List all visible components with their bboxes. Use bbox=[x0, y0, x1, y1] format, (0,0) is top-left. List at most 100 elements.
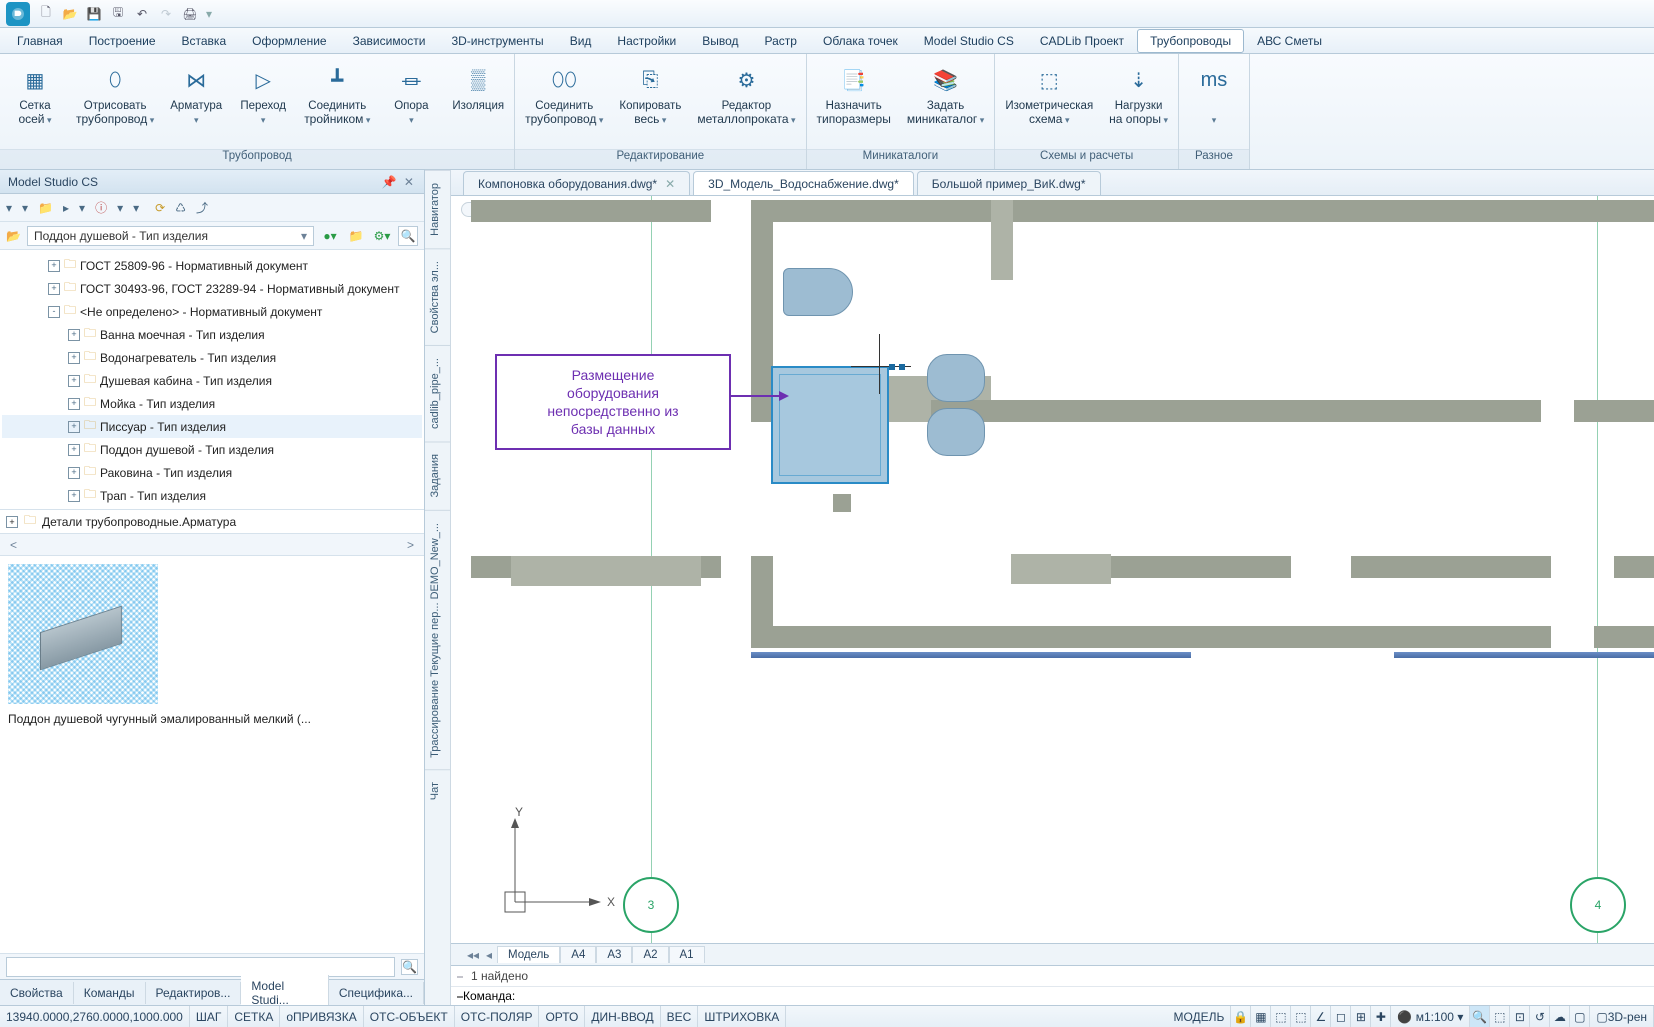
document-tab[interactable]: Компоновка оборудования.dwg*✕ bbox=[463, 171, 690, 195]
status-mode-toggle[interactable]: ШТРИХОВКА bbox=[698, 1006, 786, 1027]
ribbon-button[interactable]: ┻Соединитьтройником bbox=[296, 58, 378, 131]
print-icon[interactable]: 🖨 bbox=[180, 4, 200, 24]
fixture-drain[interactable] bbox=[833, 494, 851, 512]
undo-icon[interactable]: ↶ bbox=[132, 4, 152, 24]
side-panel-search-input[interactable] bbox=[6, 957, 395, 977]
fixture-shower-tray[interactable] bbox=[771, 366, 889, 484]
side-panel-tab[interactable]: Команды bbox=[74, 982, 146, 1004]
ribbon-button[interactable]: ▦Сеткаосей bbox=[2, 58, 68, 131]
ribbon-button[interactable]: ⚙Редакторметаллопроката bbox=[689, 58, 803, 131]
filter-refresh-icon[interactable]: ●▾ bbox=[320, 226, 340, 246]
status-cloud-icon[interactable]: ☁ bbox=[1550, 1006, 1570, 1027]
ribbon-tab[interactable]: CADLib Проект bbox=[1027, 29, 1137, 53]
ribbon-button[interactable]: ⎘Копироватьвесь bbox=[611, 58, 689, 131]
status-mode-toggle[interactable]: СЕТКА bbox=[228, 1006, 280, 1027]
pipe-run[interactable] bbox=[751, 652, 1191, 658]
catalog-tree[interactable]: +🗀ГОСТ 25809-96 - Нормативный документ+🗀… bbox=[0, 250, 424, 510]
side-panel-tab[interactable]: Редактиров... bbox=[146, 982, 242, 1004]
layout-nav[interactable]: ◂◂ bbox=[465, 948, 481, 962]
new-icon[interactable]: 🗋 bbox=[36, 4, 56, 24]
filter-folder-icon[interactable]: 📁 bbox=[346, 226, 366, 246]
status-mode-toggle[interactable]: оПРИВЯЗКА bbox=[280, 1006, 363, 1027]
status-icon[interactable]: ⬚ bbox=[1291, 1006, 1311, 1027]
side-panel-search-button[interactable]: 🔍 bbox=[401, 959, 418, 975]
side-panel-toolbar[interactable]: ▾▾📁▸▾ⓘ▾▾ ⟳♺⤴ bbox=[0, 194, 424, 222]
ribbon-tab[interactable]: Настройки bbox=[604, 29, 689, 53]
tree-node[interactable]: +🗀Ванна моечная - Тип изделия bbox=[2, 323, 422, 346]
open-icon[interactable]: 📂 bbox=[60, 4, 80, 24]
status-nav-icon[interactable]: ⊡ bbox=[1510, 1006, 1530, 1027]
ribbon-tab[interactable]: Вывод bbox=[689, 29, 751, 53]
ribbon-tab[interactable]: Построение bbox=[76, 29, 169, 53]
status-mode-toggle[interactable]: ШАГ bbox=[190, 1006, 229, 1027]
ribbon-button[interactable]: ⏛Опора bbox=[378, 58, 444, 131]
side-panel-filter-combo[interactable]: Поддон душевой - Тип изделия▾ bbox=[27, 226, 314, 246]
vertical-tab[interactable]: cadlib_pipe_... bbox=[425, 345, 450, 441]
document-tab[interactable]: Большой пример_ВиК.dwg* bbox=[917, 171, 1101, 195]
ribbon-tab[interactable]: Оформление bbox=[239, 29, 339, 53]
status-mode-toggle[interactable]: ДИН-ВВОД bbox=[585, 1006, 660, 1027]
layout-tab[interactable]: А1 bbox=[669, 946, 705, 963]
status-grid-icon[interactable]: ▦ bbox=[1251, 1006, 1271, 1027]
vertical-tab[interactable]: Чат bbox=[425, 769, 450, 812]
catalog-preview-thumb[interactable] bbox=[8, 564, 158, 704]
document-tab[interactable]: 3D_Модель_Водоснабжение.dwg* bbox=[693, 171, 914, 195]
status-icon[interactable]: ∠ bbox=[1311, 1006, 1331, 1027]
status-model-space[interactable]: МОДЕЛЬ bbox=[1167, 1006, 1231, 1027]
ribbon-tab[interactable]: Вид bbox=[557, 29, 605, 53]
tree-node[interactable]: +🗀Душевая кабина - Тип изделия bbox=[2, 369, 422, 392]
fixture-sink[interactable] bbox=[927, 354, 985, 402]
status-mode-toggle[interactable]: ОРТО bbox=[539, 1006, 585, 1027]
ribbon-button[interactable]: 📑Назначитьтипоразмеры bbox=[809, 58, 899, 131]
status-mode-toggle[interactable]: ОТС-ПОЛЯР bbox=[455, 1006, 540, 1027]
side-panel-tab[interactable]: Специфика... bbox=[329, 982, 424, 1004]
status-icon[interactable]: ◻ bbox=[1331, 1006, 1351, 1027]
status-mode-toggle[interactable]: ОТС-ОБЪЕКТ bbox=[364, 1006, 455, 1027]
filter-search-icon[interactable]: 🔍 bbox=[398, 226, 418, 246]
tree-node[interactable]: +🗀Водонагреватель - Тип изделия bbox=[2, 346, 422, 369]
ribbon-button[interactable]: ⬚Изометрическаясхема bbox=[997, 58, 1101, 131]
side-panel-pin-icons[interactable]: 📌 ✕ bbox=[382, 175, 416, 189]
ribbon-tab[interactable]: Зависимости bbox=[340, 29, 439, 53]
tree-node[interactable]: -🗀<Не определено> - Нормативный документ bbox=[2, 300, 422, 323]
tree-node[interactable]: +🗀Трап - Тип изделия bbox=[2, 484, 422, 507]
status-scale[interactable]: ⚫ м1:100 ▾ bbox=[1391, 1006, 1470, 1027]
tree-node[interactable]: +🗀Поддон душевой - Тип изделия bbox=[2, 438, 422, 461]
status-nav-icon[interactable]: ⬚ bbox=[1490, 1006, 1510, 1027]
status-nav-icon[interactable]: ↺ bbox=[1530, 1006, 1550, 1027]
ribbon-tab[interactable]: Model Studio CS bbox=[911, 29, 1027, 53]
ribbon-tab[interactable]: 3D-инструменты bbox=[438, 29, 556, 53]
tree-node[interactable]: +🗀Мойка - Тип изделия bbox=[2, 392, 422, 415]
ribbon-tab[interactable]: АВС Сметы bbox=[1244, 29, 1335, 53]
ribbon-tab[interactable]: Растр bbox=[752, 29, 810, 53]
catalog-tree-secondary[interactable]: + 🗀 Детали трубопроводные.Арматура bbox=[0, 510, 424, 534]
vertical-tab[interactable]: Трассирование Текущие пер... DEMO_New_..… bbox=[425, 510, 450, 770]
pipe-run[interactable] bbox=[1394, 652, 1654, 658]
side-panel-title-bar[interactable]: Model Studio CS 📌 ✕ bbox=[0, 170, 424, 194]
status-icon[interactable]: ✚ bbox=[1371, 1006, 1391, 1027]
layout-tab[interactable]: Модель bbox=[497, 946, 560, 963]
ribbon-button[interactable]: ⬯⬯Соединитьтрубопровод bbox=[517, 58, 611, 131]
app-logo[interactable] bbox=[6, 2, 30, 26]
filter-gear-icon[interactable]: ⚙▾ bbox=[372, 226, 392, 246]
tree-node[interactable]: +🗀ГОСТ 25809-96 - Нормативный документ bbox=[2, 254, 422, 277]
tree-node[interactable]: +🗀Раковина - Тип изделия bbox=[2, 461, 422, 484]
status-search-icon[interactable]: 🔍 bbox=[1470, 1006, 1490, 1027]
ribbon-button[interactable]: ⬯Отрисоватьтрубопровод bbox=[68, 58, 162, 131]
redo-icon[interactable]: ↷ bbox=[156, 4, 176, 24]
ribbon-button[interactable]: ms bbox=[1181, 58, 1247, 131]
side-panel-tab[interactable]: Свойства bbox=[0, 982, 74, 1004]
layout-tab[interactable]: А3 bbox=[596, 946, 632, 963]
ribbon-button[interactable]: ⇣Нагрузкина опоры bbox=[1101, 58, 1176, 131]
status-icon[interactable]: ⊞ bbox=[1351, 1006, 1371, 1027]
catalog-nav-row[interactable]: <> bbox=[0, 534, 424, 556]
status-icon[interactable]: ⬚ bbox=[1271, 1006, 1291, 1027]
ribbon-tab[interactable]: Главная bbox=[4, 29, 76, 53]
ribbon-tab[interactable]: Трубопроводы bbox=[1137, 29, 1244, 53]
ribbon-button[interactable]: 📚Задатьминикаталог bbox=[899, 58, 992, 131]
layout-tab[interactable]: А4 bbox=[560, 946, 596, 963]
tree-node[interactable]: +🗀ГОСТ 30493-96, ГОСТ 23289-94 - Нормати… bbox=[2, 277, 422, 300]
model-canvas[interactable]: –СверхуБыстрый bbox=[451, 196, 1654, 943]
ribbon-tab[interactable]: Облака точек bbox=[810, 29, 911, 53]
vertical-tab[interactable]: Навигатор bbox=[425, 170, 450, 248]
